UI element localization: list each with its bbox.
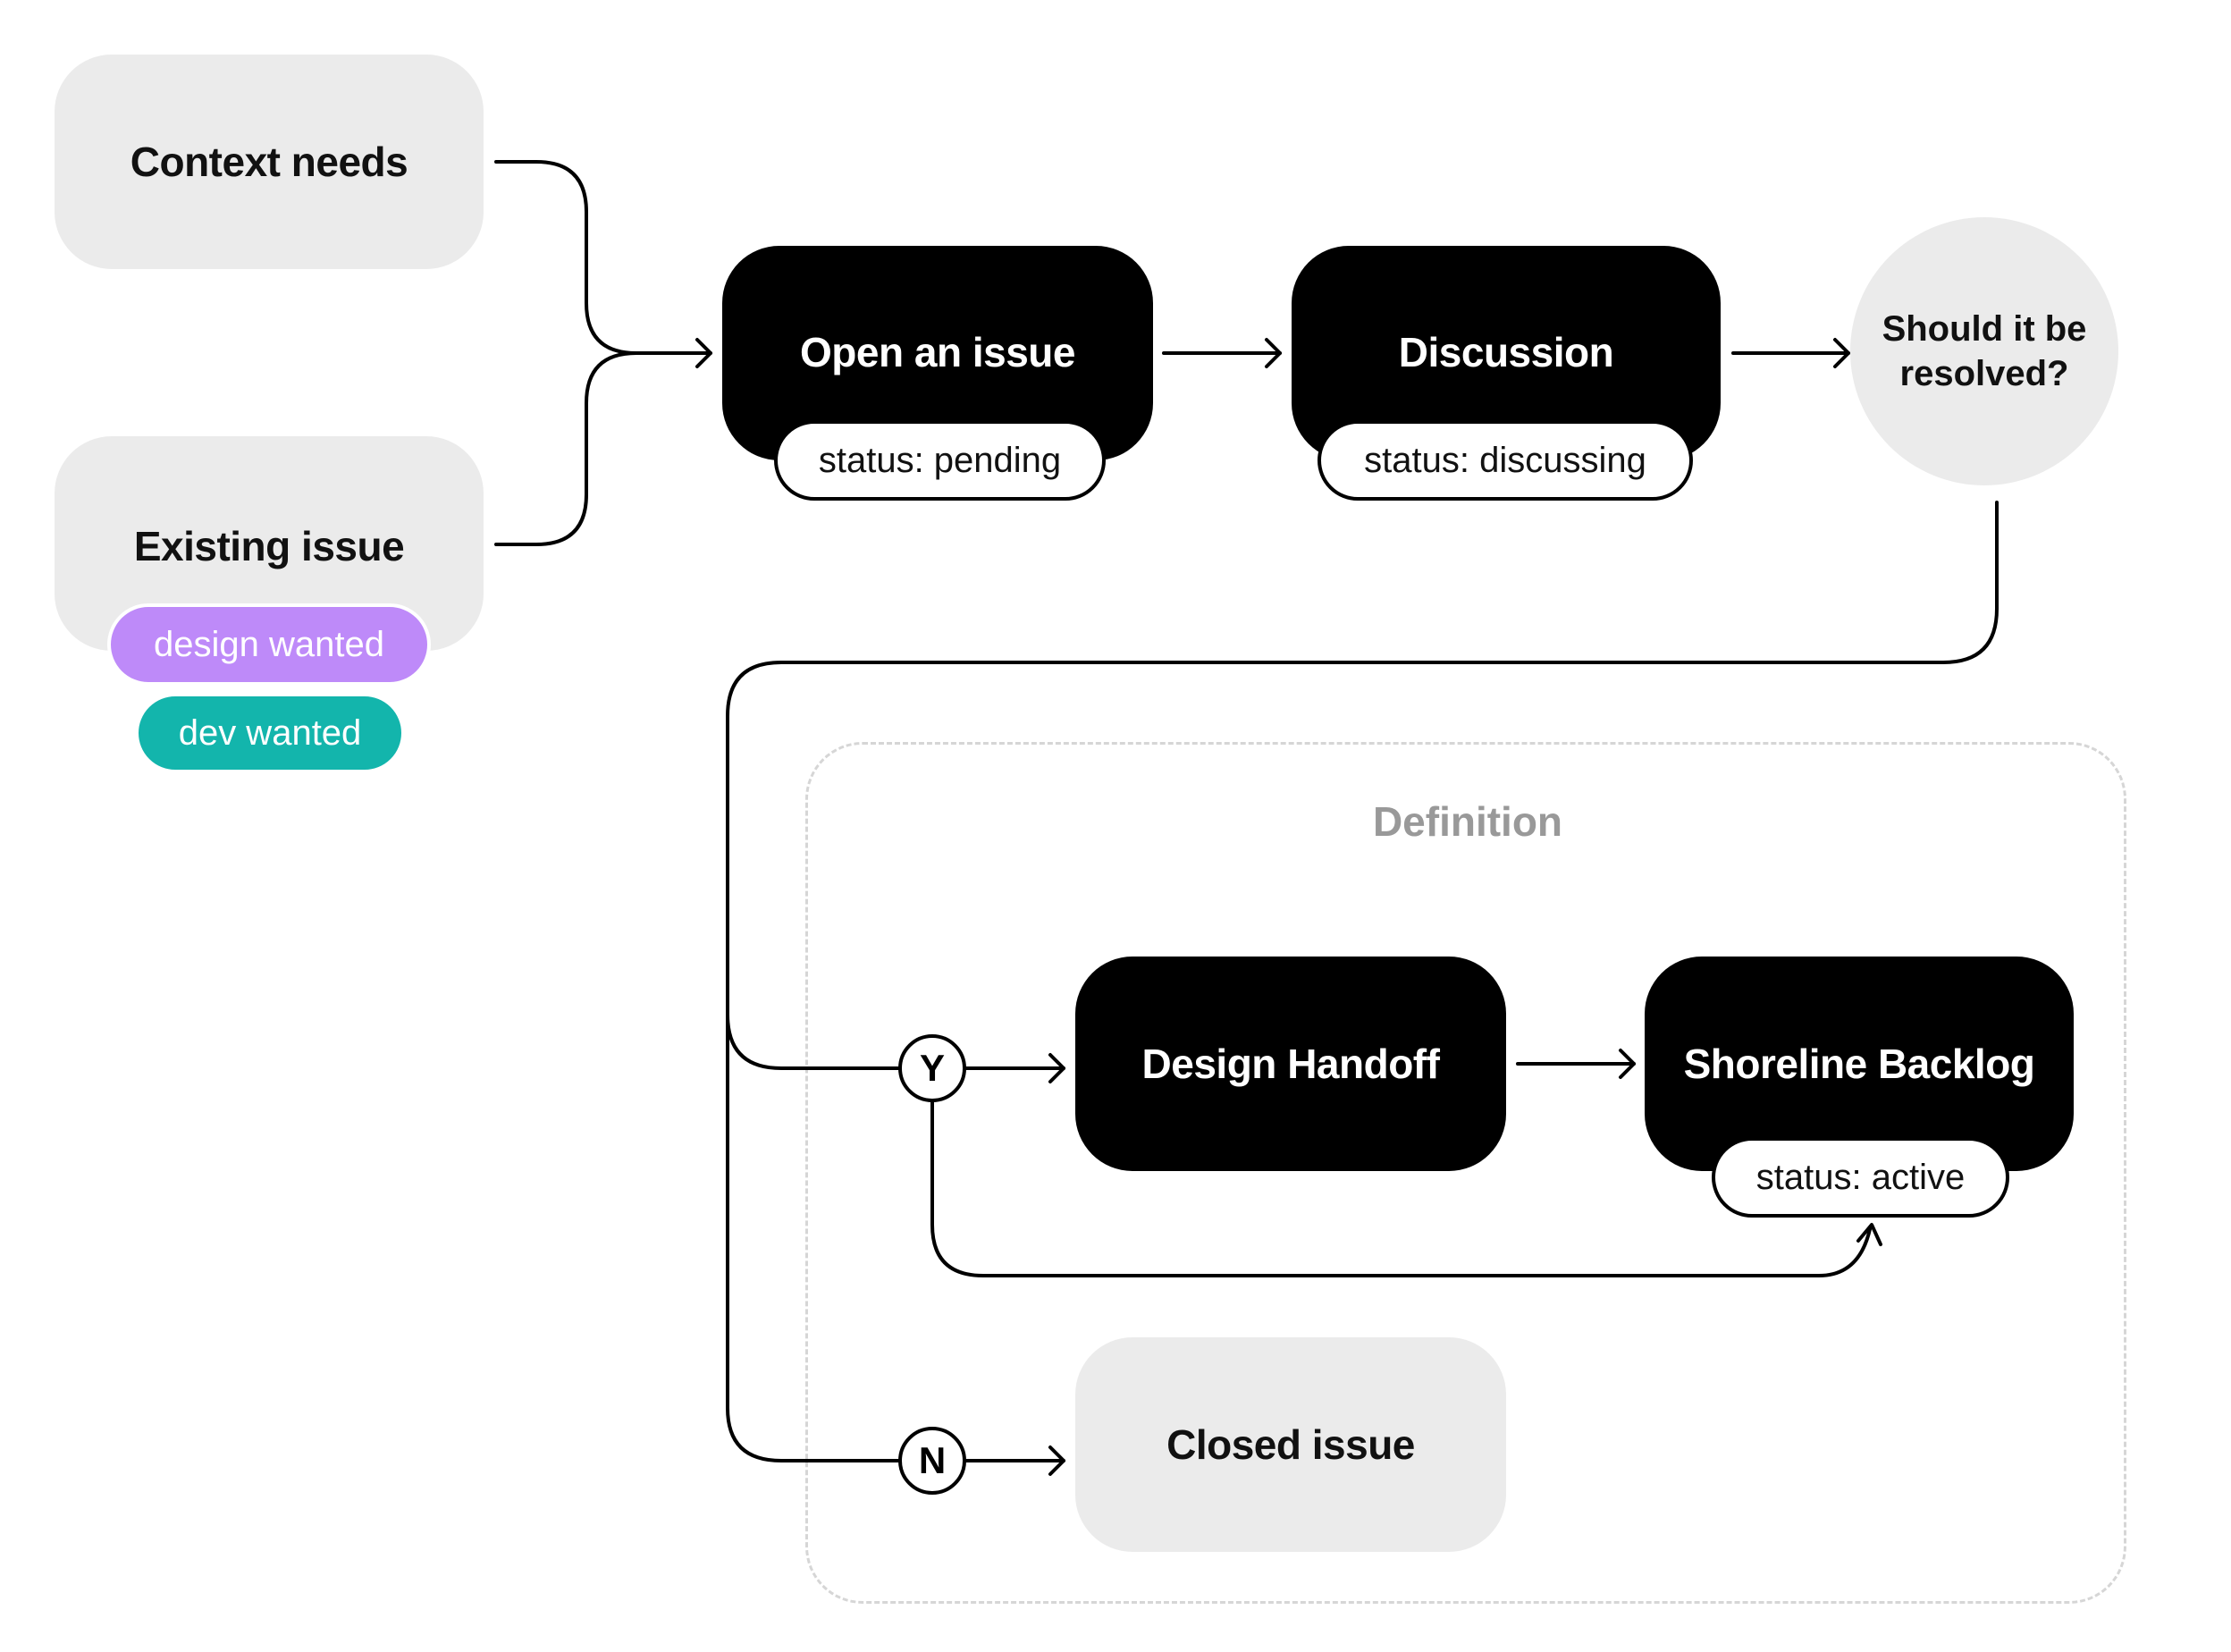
shoreline-backlog-label: Shoreline Backlog bbox=[1683, 1041, 2035, 1087]
connector-context-to-open bbox=[494, 160, 638, 355]
closed-issue-node[interactable]: Closed issue bbox=[1075, 1337, 1506, 1552]
decision-line-1: Should it be bbox=[1882, 309, 2087, 349]
closed-issue-label: Closed issue bbox=[1166, 1421, 1415, 1468]
discussion-label: Discussion bbox=[1398, 329, 1614, 375]
existing-issue-label: Existing issue bbox=[133, 523, 405, 569]
connector-existing-to-open bbox=[494, 351, 638, 546]
yes-label: Y bbox=[919, 1047, 945, 1089]
design-handoff-label: Design Handoff bbox=[1141, 1041, 1440, 1087]
tag-design-wanted-label: design wanted bbox=[154, 624, 384, 664]
open-issue-label: Open an issue bbox=[800, 329, 1075, 375]
status-discussing-label: status: discussing bbox=[1364, 440, 1646, 480]
status-active-badge: status: active bbox=[1712, 1137, 2009, 1218]
tag-dev-wanted-label: dev wanted bbox=[178, 712, 362, 753]
context-needs-node[interactable]: Context needs bbox=[55, 55, 484, 269]
no-branch-marker: N bbox=[898, 1427, 966, 1495]
status-pending-label: status: pending bbox=[818, 440, 1062, 480]
tag-design-wanted[interactable]: design wanted bbox=[107, 603, 431, 686]
status-active-label: status: active bbox=[1755, 1157, 1966, 1197]
status-discussing-badge: status: discussing bbox=[1318, 420, 1693, 501]
context-needs-label: Context needs bbox=[130, 139, 408, 185]
connector-trunk-to-yes bbox=[726, 1013, 900, 1070]
decision-line-2: resolved? bbox=[1899, 354, 2069, 393]
status-pending-badge: status: pending bbox=[774, 420, 1106, 501]
yes-branch-marker: Y bbox=[898, 1034, 966, 1102]
resolve-decision-node[interactable]: Should it be resolved? bbox=[1850, 217, 2118, 485]
tag-dev-wanted[interactable]: dev wanted bbox=[135, 693, 405, 773]
design-handoff-node[interactable]: Design Handoff bbox=[1075, 957, 1506, 1171]
no-label: N bbox=[918, 1439, 947, 1481]
